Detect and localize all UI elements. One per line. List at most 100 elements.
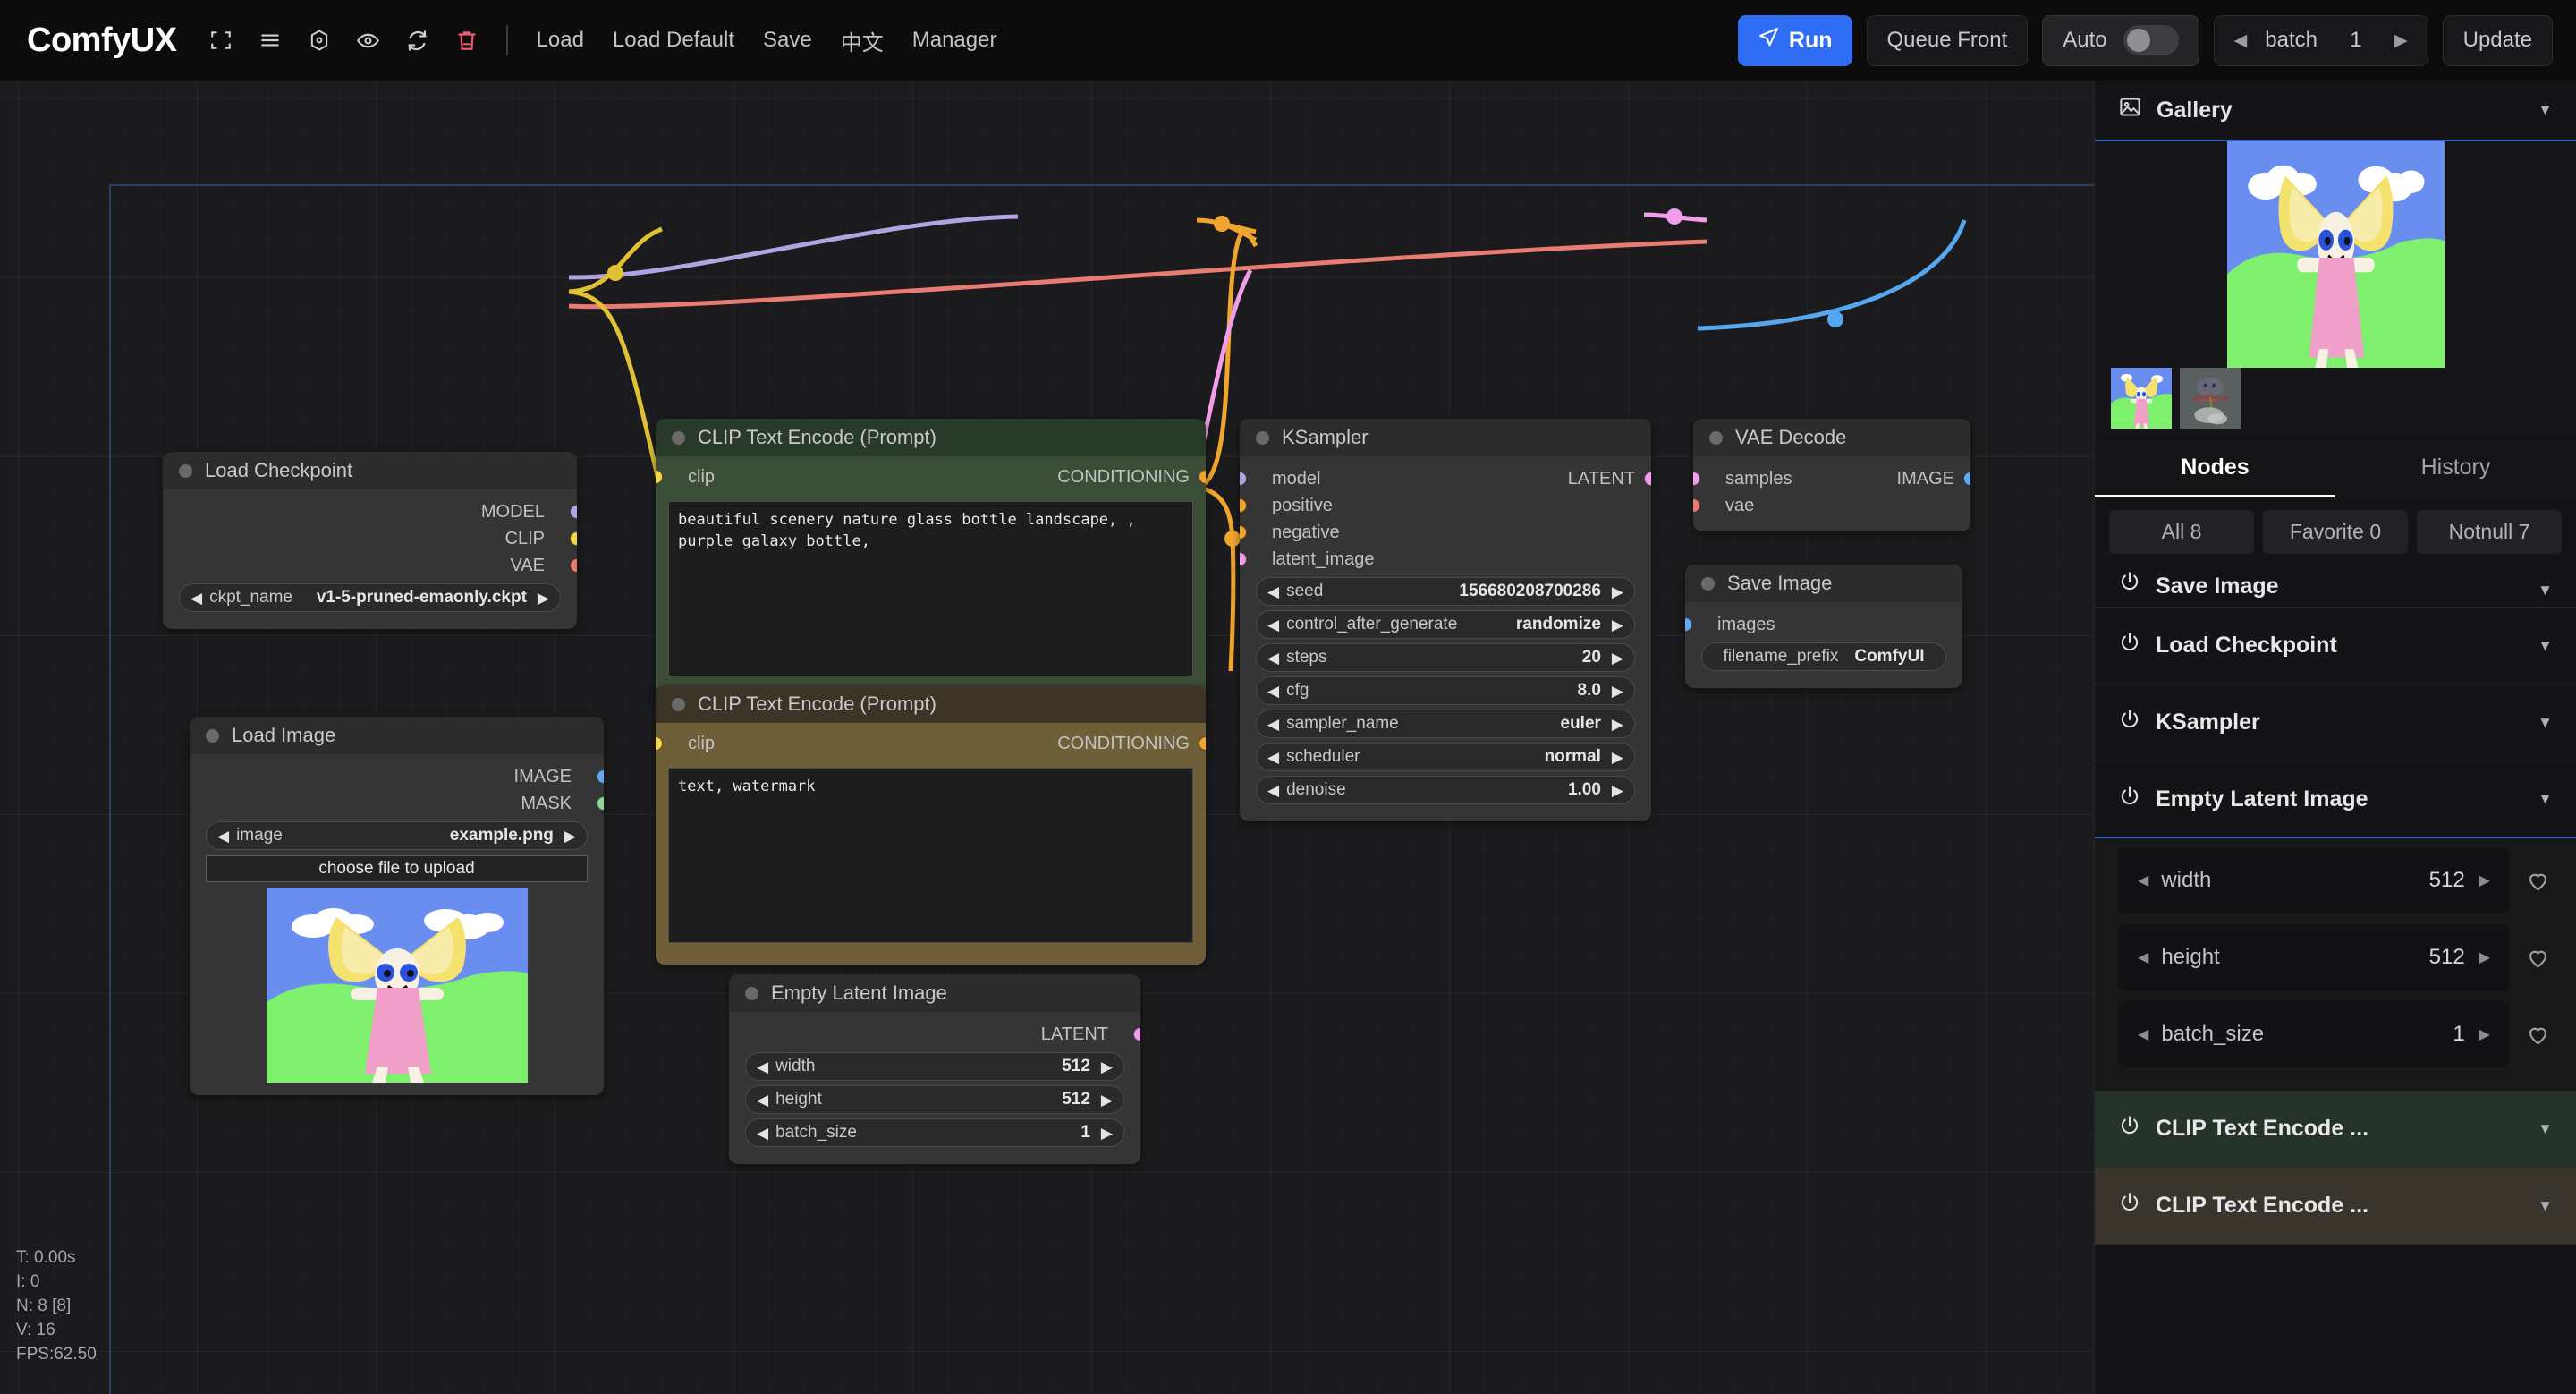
widget-prev-icon[interactable]: ◀ <box>1267 750 1279 765</box>
port-pin-clip[interactable] <box>656 736 663 751</box>
widget-prev-icon[interactable]: ◀ <box>2138 871 2148 889</box>
port-pin-clip[interactable] <box>570 531 577 546</box>
manager-button[interactable]: Manager <box>898 21 1012 60</box>
gallery-main-preview[interactable] <box>2095 141 2576 368</box>
widget-prev-icon[interactable]: ◀ <box>191 591 202 606</box>
batch-next-icon[interactable]: ▶ <box>2394 30 2408 51</box>
widget-control-after-generate[interactable]: ◀ control_after_generate randomize ▶ <box>1256 610 1635 639</box>
widget-next-icon[interactable]: ▶ <box>1612 650 1623 666</box>
port-row-images[interactable]: images <box>1685 611 1962 638</box>
node-collapse-dot[interactable] <box>672 431 685 445</box>
sidebar-widget-batch-size[interactable]: ◀ batch_size 1 ▶ <box>2118 1001 2510 1067</box>
port-pin-model[interactable] <box>1240 472 1247 486</box>
widget-prev-icon[interactable]: ◀ <box>1267 717 1279 732</box>
node-collapse-dot[interactable] <box>1701 577 1715 591</box>
port-row-vae[interactable]: vae <box>1693 492 1970 519</box>
favorite-heart-icon[interactable] <box>2522 1022 2553 1048</box>
port-row-negative[interactable]: negative <box>1240 519 1651 546</box>
output-port-vae[interactable]: VAE <box>163 552 577 579</box>
node-collapse-dot[interactable] <box>745 987 758 1000</box>
widget-next-icon[interactable]: ▶ <box>1612 717 1623 732</box>
widget-prev-icon[interactable]: ◀ <box>1267 617 1279 633</box>
menu-icon[interactable] <box>250 20 291 61</box>
widget-prev-icon[interactable]: ◀ <box>1267 650 1279 666</box>
widget-next-icon[interactable]: ▶ <box>1101 1059 1113 1075</box>
node-collapse-dot[interactable] <box>1709 431 1723 445</box>
node-list-item-clip-text-encode-positive[interactable]: CLIP Text Encode ... ▼ <box>2095 1091 2576 1168</box>
widget-prev-icon[interactable]: ◀ <box>1267 783 1279 798</box>
port-row-model[interactable]: model LATENT <box>1240 465 1651 492</box>
widget-batch-size[interactable]: ◀ batch_size 1 ▶ <box>745 1118 1124 1147</box>
widget-height[interactable]: ◀ height 512 ▶ <box>745 1085 1124 1114</box>
port-pin-conditioning[interactable] <box>1199 736 1206 751</box>
widget-prev-icon[interactable]: ◀ <box>1267 684 1279 699</box>
run-button[interactable]: Run <box>1738 15 1852 66</box>
port-pin-images[interactable] <box>1685 617 1692 632</box>
queue-front-button[interactable]: Queue Front <box>1867 15 2029 66</box>
node-clip-text-encode-positive[interactable]: CLIP Text Encode (Prompt) clip CONDITION… <box>656 419 1206 698</box>
port-pin-image[interactable] <box>597 769 604 784</box>
chevron-down-icon[interactable]: ▼ <box>2538 101 2553 119</box>
node-list-item-clip-text-encode-negative[interactable]: CLIP Text Encode ... ▼ <box>2095 1168 2576 1245</box>
save-button[interactable]: Save <box>749 21 826 60</box>
widget-prev-icon[interactable]: ◀ <box>757 1059 768 1075</box>
node-vae-decode[interactable]: VAE Decode samples IMAGE vae <box>1693 419 1970 531</box>
widget-cfg[interactable]: ◀ cfg 8.0 ▶ <box>1256 676 1635 705</box>
port-row-samples[interactable]: samples IMAGE <box>1693 465 1970 492</box>
prompt-textarea[interactable]: text, watermark <box>668 768 1193 943</box>
gallery-header[interactable]: Gallery ▼ <box>2095 81 2576 141</box>
gallery-thumb-2[interactable] <box>2180 368 2241 429</box>
node-collapse-dot[interactable] <box>672 698 685 711</box>
batch-prev-icon[interactable]: ◀ <box>2234 30 2248 51</box>
sidebar-widget-height[interactable]: ◀ height 512 ▶ <box>2118 924 2510 990</box>
port-pin-negative[interactable] <box>1240 525 1247 540</box>
widget-next-icon[interactable]: ▶ <box>1612 750 1623 765</box>
port-pin-positive[interactable] <box>1240 498 1247 513</box>
port-row-latent-image[interactable]: latent_image <box>1240 546 1651 573</box>
output-port-image[interactable]: IMAGE <box>190 763 604 790</box>
choose-file-button[interactable]: choose file to upload <box>206 855 588 882</box>
graph-canvas[interactable]: Load Checkpoint MODEL CLIP VAE ◀ ckpt_na… <box>0 81 2094 1394</box>
port-row-positive[interactable]: positive <box>1240 492 1651 519</box>
widget-seed[interactable]: ◀ seed 156680208700286 ▶ <box>1256 577 1635 606</box>
widget-sampler-name[interactable]: ◀ sampler_name euler ▶ <box>1256 710 1635 738</box>
widget-prev-icon[interactable]: ◀ <box>217 829 229 844</box>
node-empty-latent-image[interactable]: Empty Latent Image LATENT ◀ width 512 ▶ … <box>729 974 1140 1164</box>
power-icon[interactable] <box>2118 708 2141 737</box>
node-collapse-dot[interactable] <box>1256 431 1269 445</box>
filter-notnull[interactable]: Notnull 7 <box>2417 510 2562 554</box>
node-load-checkpoint[interactable]: Load Checkpoint MODEL CLIP VAE ◀ ckpt_na… <box>163 452 577 629</box>
node-collapse-dot[interactable] <box>206 729 219 743</box>
widget-next-icon[interactable]: ▶ <box>1101 1092 1113 1108</box>
update-button[interactable]: Update <box>2443 15 2553 66</box>
node-title-bar[interactable]: Empty Latent Image <box>729 974 1140 1012</box>
language-button[interactable]: 中文 <box>826 18 898 64</box>
widget-prev-icon[interactable]: ◀ <box>757 1126 768 1141</box>
chevron-down-icon[interactable]: ▼ <box>2538 1197 2553 1215</box>
widget-next-icon[interactable]: ▶ <box>2479 871 2490 889</box>
gallery-thumb-1[interactable] <box>2111 368 2172 429</box>
chevron-down-icon[interactable]: ▼ <box>2538 790 2553 808</box>
widget-denoise[interactable]: ◀ denoise 1.00 ▶ <box>1256 776 1635 804</box>
node-title-bar[interactable]: VAE Decode <box>1693 419 1970 456</box>
widget-next-icon[interactable]: ▶ <box>1612 684 1623 699</box>
widget-next-icon[interactable]: ▶ <box>1101 1126 1113 1141</box>
node-title-bar[interactable]: KSampler <box>1240 419 1651 456</box>
node-title-bar[interactable]: CLIP Text Encode (Prompt) <box>656 685 1206 723</box>
widget-prev-icon[interactable]: ◀ <box>1267 584 1279 599</box>
port-pin-image[interactable] <box>1963 472 1970 486</box>
node-title-bar[interactable]: Load Checkpoint <box>163 452 577 489</box>
eye-icon[interactable] <box>348 20 389 61</box>
port-row-clip[interactable]: clip CONDITIONING <box>656 728 1206 759</box>
port-pin-mask[interactable] <box>597 796 604 811</box>
load-button[interactable]: Load <box>522 21 598 60</box>
auto-toggle-track[interactable] <box>2123 25 2179 55</box>
output-port-latent[interactable]: LATENT <box>729 1021 1140 1048</box>
widget-prev-icon[interactable]: ◀ <box>757 1092 768 1108</box>
output-port-mask[interactable]: MASK <box>190 790 604 817</box>
node-list-item-save-image[interactable]: Save Image ▼ <box>2095 565 2576 608</box>
port-pin-conditioning[interactable] <box>1199 470 1206 484</box>
chevron-down-icon[interactable]: ▼ <box>2538 714 2553 732</box>
sidebar-widget-width[interactable]: ◀ width 512 ▶ <box>2118 847 2510 914</box>
port-pin-clip[interactable] <box>656 470 663 484</box>
